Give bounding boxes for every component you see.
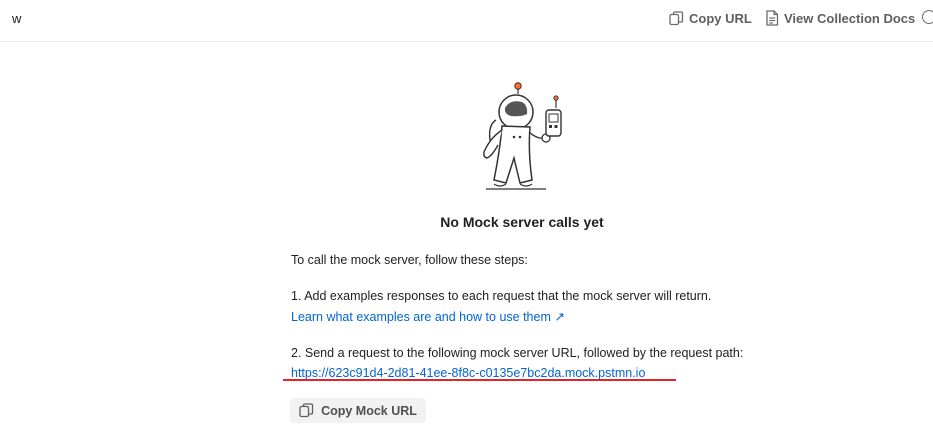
step-1-text: 1. Add examples responses to each reques… — [291, 289, 712, 303]
copy-icon — [669, 10, 684, 25]
top-bar: w Copy URL View Collection Docs — [0, 0, 933, 42]
annotation-underline — [283, 379, 676, 381]
view-collection-docs-button[interactable]: View Collection Docs — [765, 8, 915, 28]
copy-mock-url-button[interactable]: Copy Mock URL — [290, 398, 426, 423]
view-collection-docs-label: View Collection Docs — [784, 10, 916, 26]
step-2-text: 2. Send a request to the following mock … — [291, 346, 744, 360]
copy-mock-url-label: Copy Mock URL — [321, 403, 417, 418]
more-options-icon[interactable] — [922, 10, 933, 24]
copy-url-button[interactable]: Copy URL — [669, 8, 752, 28]
learn-examples-link[interactable]: Learn what examples are and how to use t… — [291, 309, 565, 324]
document-icon — [766, 10, 779, 26]
copy-url-label: Copy URL — [689, 10, 752, 26]
collection-title: w — [12, 11, 22, 26]
instructions-intro: To call the mock server, follow these st… — [291, 253, 528, 267]
copy-icon — [299, 403, 314, 418]
mock-server-url-link[interactable]: https://623c91d4-2d81-41ee-8f8c-c0135e7b… — [291, 366, 645, 380]
astronaut-illustration — [483, 82, 562, 190]
empty-state-title: No Mock server calls yet — [440, 214, 604, 230]
